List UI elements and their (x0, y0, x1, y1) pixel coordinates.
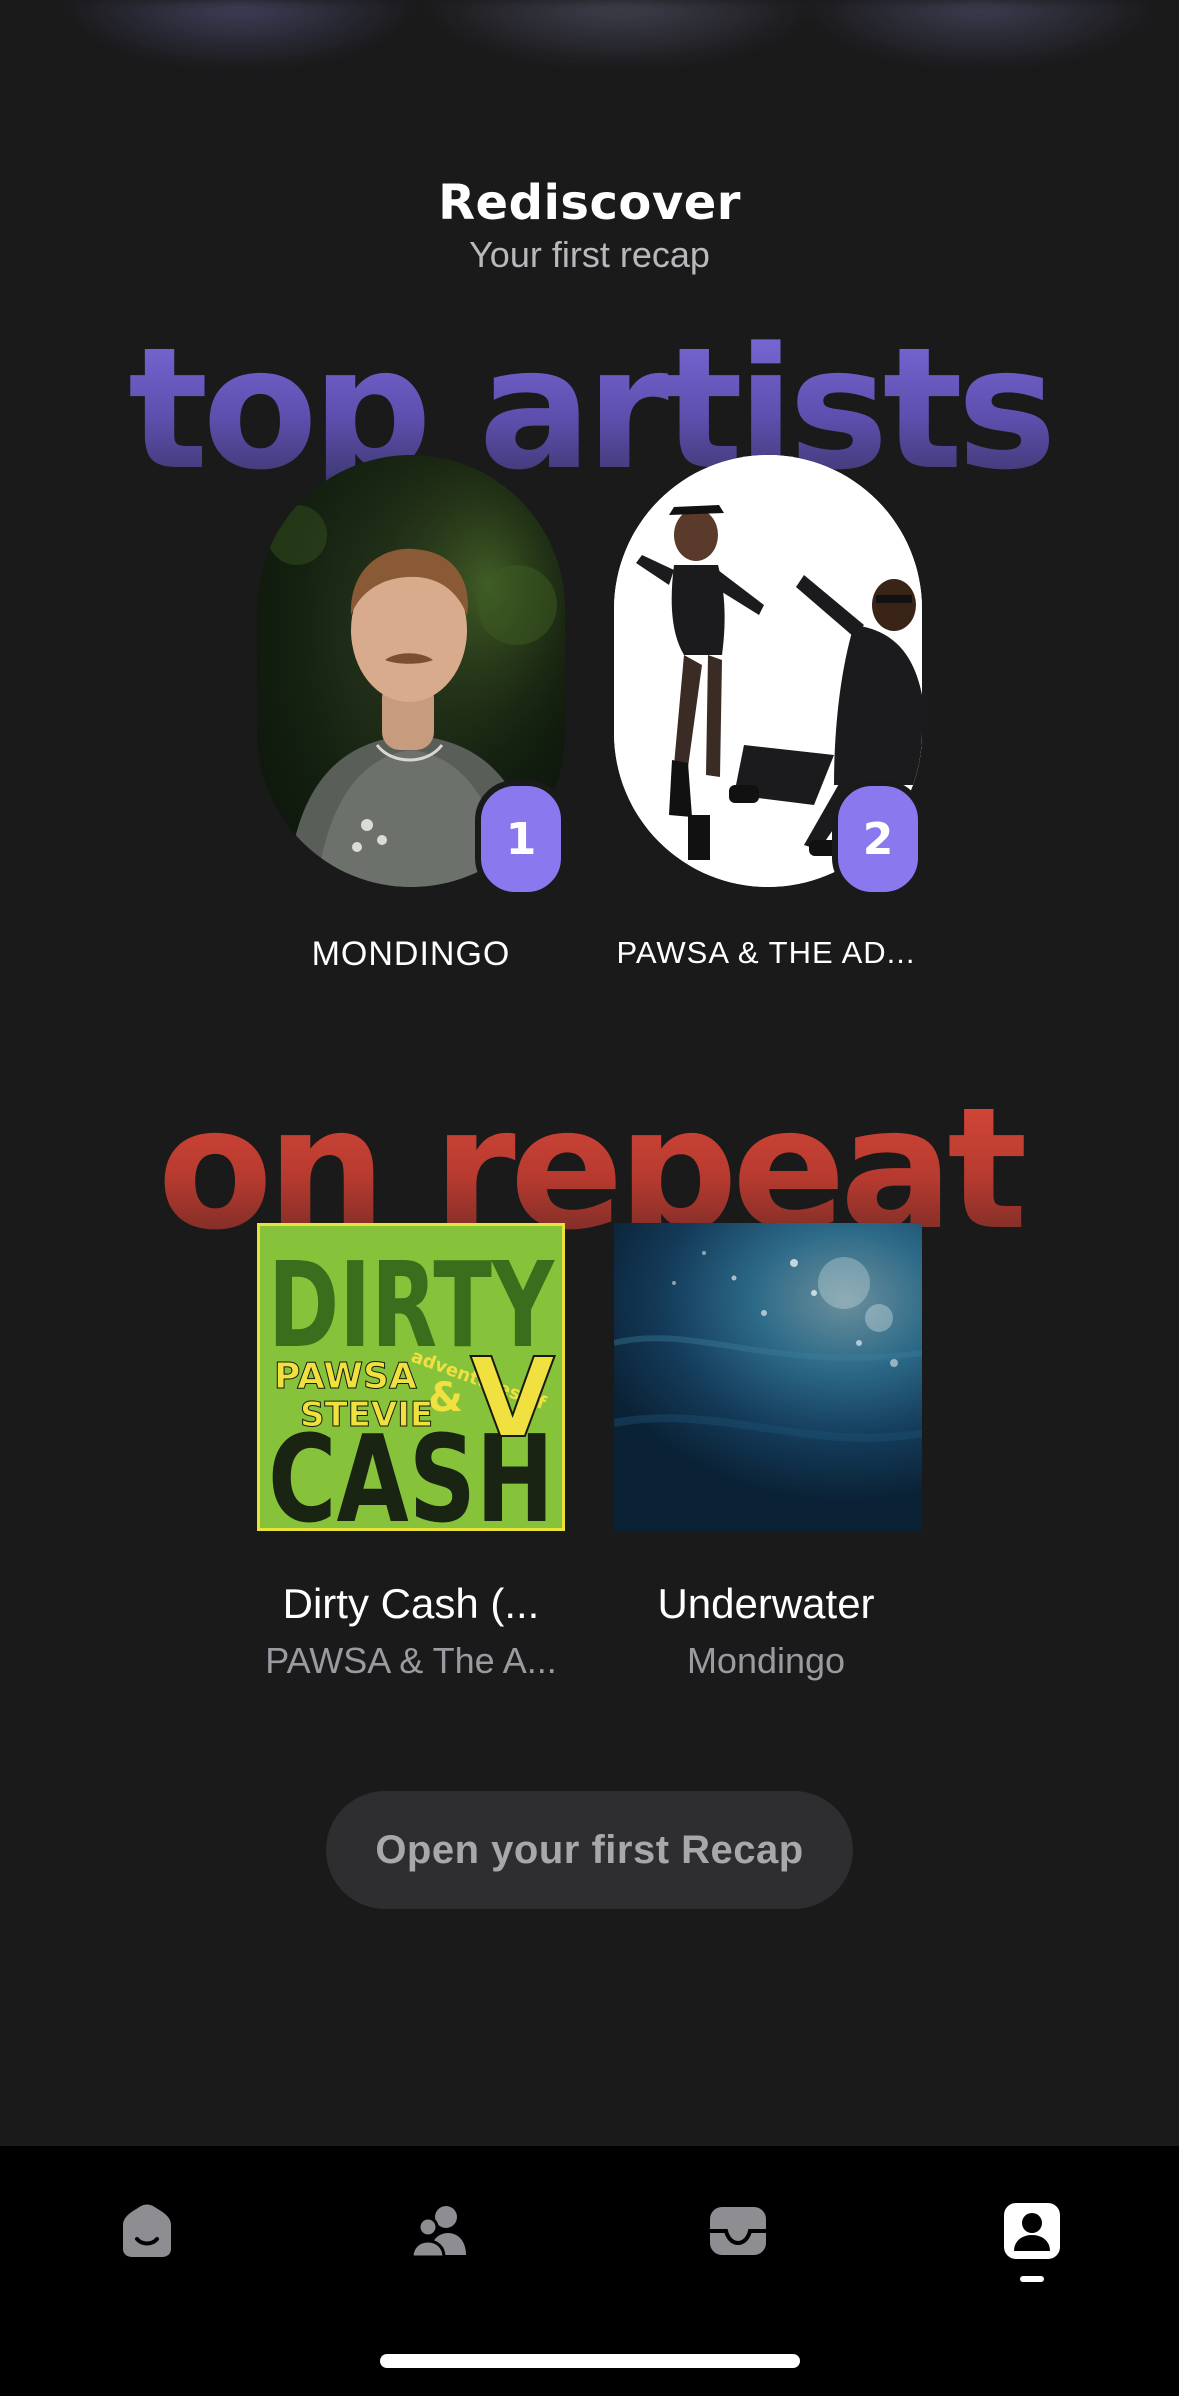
page-subtitle: Your first recap (469, 234, 710, 275)
artist-name-2[interactable]: PAWSA & THE AD... (601, 935, 931, 971)
artist-name-1[interactable]: MONDINGO (246, 935, 576, 974)
track-title-2[interactable]: Underwater (601, 1580, 931, 1628)
track-title-1[interactable]: Dirty Cash (... (246, 1580, 576, 1628)
inbox-icon (710, 2207, 766, 2255)
top-gradient-glow (0, 0, 1179, 110)
track-artist-2: Mondingo (686, 1640, 846, 1681)
underwater-artwork (614, 1251, 922, 1442)
home-icon (123, 2204, 171, 2257)
track-cover-1[interactable]: DIRTY CASH PAWSA STEVIE adventures of & … (257, 1223, 565, 1531)
bottom-tab-bar (0, 2146, 1179, 2396)
cover-text-ampersand: & (428, 1375, 463, 1421)
friends-icon (410, 2206, 466, 2259)
page-title: Rediscover (438, 175, 741, 231)
profile-icon (1004, 2203, 1060, 2259)
tab-profile[interactable] (992, 2191, 1072, 2271)
active-tab-indicator (1020, 2276, 1044, 2282)
track-cover-2[interactable] (614, 1223, 922, 1531)
cover-text-pawsa: PAWSA (274, 1356, 417, 1397)
on-repeat-heading: on repeat (0, 1085, 1179, 1253)
tab-inbox[interactable] (698, 2191, 778, 2271)
recap-header: Rediscover Your first recap (0, 175, 1179, 277)
dirty-cash-artwork: DIRTY CASH PAWSA STEVIE adventures of & … (260, 1226, 562, 1528)
rank-badge-2: 2 (832, 780, 924, 898)
cover-text-stevie: STEVIE (300, 1395, 433, 1435)
tab-friends[interactable] (400, 2191, 480, 2271)
open-recap-button[interactable]: Open your first Recap (326, 1791, 853, 1909)
cover-text-v: V (470, 1334, 555, 1462)
home-indicator (380, 2354, 800, 2368)
track-artist-1: PAWSA & The A... (265, 1640, 557, 1681)
rank-badge-1: 1 (475, 780, 567, 898)
top-artists-heading: top artists (0, 325, 1179, 493)
tab-home[interactable] (107, 2191, 187, 2271)
